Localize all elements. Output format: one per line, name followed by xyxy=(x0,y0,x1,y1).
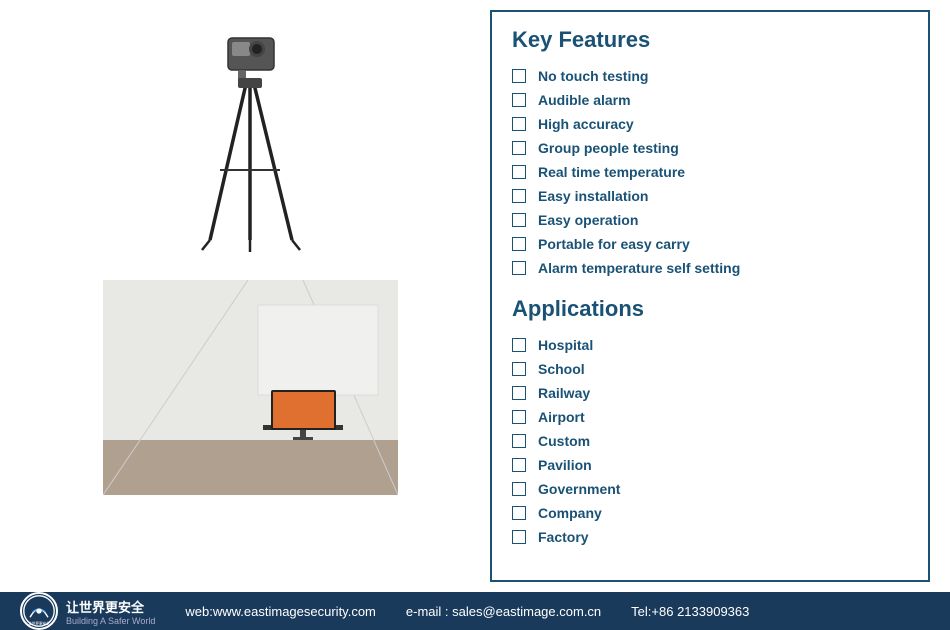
checkbox-icon xyxy=(512,506,526,520)
footer-logo: 让世界更安全 让世界更安全 Building A Safer World xyxy=(20,592,155,630)
checkbox-icon xyxy=(512,189,526,203)
feature-item: Audible alarm xyxy=(512,92,908,108)
checkbox-icon xyxy=(512,434,526,448)
features-list: No touch testing Audible alarm High accura… xyxy=(512,68,908,276)
application-item: Hospital xyxy=(512,337,908,353)
feature-item: Portable for easy carry xyxy=(512,236,908,252)
checkbox-icon xyxy=(512,338,526,352)
room-photo xyxy=(103,280,398,495)
features-title: Key Features xyxy=(512,27,908,53)
checkbox-icon xyxy=(512,530,526,544)
feature-item: High accuracy xyxy=(512,116,908,132)
feature-item: Easy operation xyxy=(512,212,908,228)
checkbox-icon xyxy=(512,410,526,424)
footer-phone: Tel:+86 2133909363 xyxy=(631,604,749,619)
checkbox-icon xyxy=(512,261,526,275)
main-content: Key Features No touch testing Audible ala… xyxy=(0,0,950,592)
application-item: Company xyxy=(512,505,908,521)
footer-email: e-mail : sales@eastimage.com.cn xyxy=(406,604,601,619)
footer-logo-text: 让世界更安全 Building A Safer World xyxy=(66,597,155,626)
checkbox-icon xyxy=(512,362,526,376)
application-item: Government xyxy=(512,481,908,497)
application-item: Custom xyxy=(512,433,908,449)
checkbox-icon xyxy=(512,482,526,496)
right-panel: Key Features No touch testing Audible ala… xyxy=(490,10,930,582)
application-item: Airport xyxy=(512,409,908,425)
footer-logo-icon: 让世界更安全 xyxy=(20,592,58,630)
footer: 让世界更安全 让世界更安全 Building A Safer World web… xyxy=(0,592,950,630)
checkbox-icon xyxy=(512,93,526,107)
applications-list: Hospital School Railway Airport Custom Pavili… xyxy=(512,337,908,545)
feature-item: Group people testing xyxy=(512,140,908,156)
checkbox-icon xyxy=(512,141,526,155)
checkbox-icon xyxy=(512,69,526,83)
applications-title: Applications xyxy=(512,296,908,322)
svg-text:让世界更安全: 让世界更安全 xyxy=(28,620,50,625)
application-item: School xyxy=(512,361,908,377)
feature-item: Easy installation xyxy=(512,188,908,204)
footer-website: web:www.eastimagesecurity.com xyxy=(185,604,376,619)
checkbox-icon xyxy=(512,213,526,227)
checkbox-icon xyxy=(512,237,526,251)
feature-item: Real time temperature xyxy=(512,164,908,180)
feature-item: No touch testing xyxy=(512,68,908,84)
feature-item: Alarm temperature self setting xyxy=(512,260,908,276)
checkbox-icon xyxy=(512,458,526,472)
application-item: Railway xyxy=(512,385,908,401)
tripod-camera-image xyxy=(150,20,350,270)
checkbox-icon xyxy=(512,117,526,131)
left-panel xyxy=(20,10,480,582)
application-item: Factory xyxy=(512,529,908,545)
checkbox-icon xyxy=(512,386,526,400)
checkbox-icon xyxy=(512,165,526,179)
footer-info: web:www.eastimagesecurity.com e-mail : s… xyxy=(185,604,749,619)
application-item: Pavilion xyxy=(512,457,908,473)
